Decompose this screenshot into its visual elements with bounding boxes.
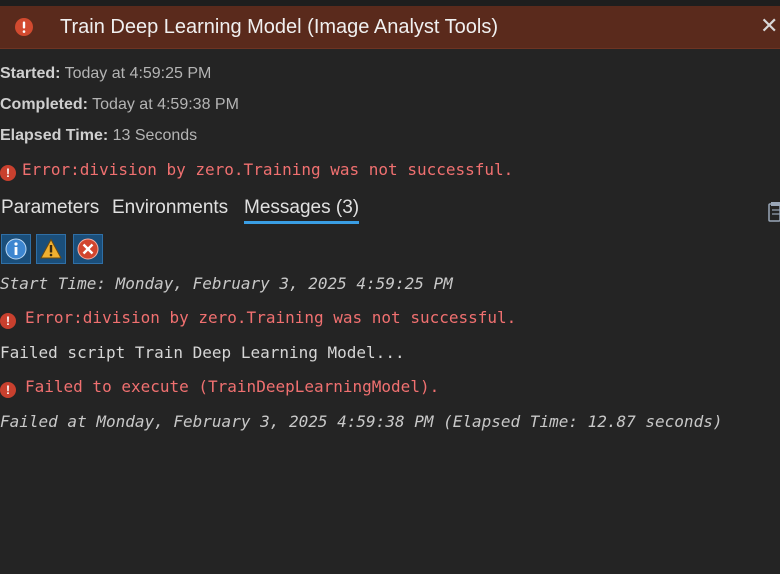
started-label: Started: [0, 65, 61, 82]
started-value: Today at 4:59:25 PM [64, 65, 212, 82]
message-failed-execute: ! Failed to execute (TrainDeepLearningMod… [0, 377, 439, 398]
error-filter-icon [77, 238, 99, 260]
warning-icon [40, 238, 62, 259]
message-failed-at: Failed at Monday, February 3, 2025 4:59:… [0, 412, 723, 431]
tab-parameters[interactable]: Parameters [1, 197, 99, 219]
close-icon[interactable]: ✕ [760, 14, 780, 38]
error-icon [15, 18, 33, 36]
error-icon: ! [0, 313, 16, 329]
completed-label: Completed: [0, 96, 88, 113]
started-row: Started: Today at 4:59:25 PM [0, 65, 211, 83]
summary-error-text: Error:division by zero.Training was not … [22, 160, 514, 179]
warning-filter-button[interactable] [36, 234, 66, 264]
summary-error: ! Error:division by zero.Training was not… [0, 160, 513, 181]
info-filter-button[interactable] [1, 234, 31, 264]
message-error-division: ! Error:division by zero.Training was not… [0, 308, 516, 329]
completed-row: Completed: Today at 4:59:38 PM [0, 96, 239, 114]
dialog-title: Train Deep Learning Model (Image Analyst… [60, 16, 499, 38]
dialog-header: Train Deep Learning Model (Image Analyst… [0, 6, 780, 49]
elapsed-label: Elapsed Time: [0, 127, 109, 144]
tab-bar: Parameters Environments Messages (3) [0, 197, 760, 229]
elapsed-value: 13 Seconds [112, 127, 198, 144]
message-failed-script: Failed script Train Deep Learning Model.… [0, 343, 405, 362]
info-icon [5, 238, 27, 260]
error-icon: ! [0, 165, 16, 181]
message-start-time: Start Time: Monday, February 3, 2025 4:5… [0, 274, 453, 293]
elapsed-row: Elapsed Time: 13 Seconds [0, 127, 197, 145]
error-filter-button[interactable] [73, 234, 103, 264]
tab-messages[interactable]: Messages (3) [244, 197, 360, 224]
message-failed-execute-text: Failed to execute (TrainDeepLearningMode… [25, 377, 440, 396]
message-error-division-text: Error:division by zero.Training was not … [25, 308, 517, 327]
error-icon: ! [0, 382, 16, 398]
completed-value: Today at 4:59:38 PM [92, 96, 239, 113]
clipboard-icon[interactable] [768, 200, 780, 222]
tab-environments[interactable]: Environments [112, 197, 228, 219]
